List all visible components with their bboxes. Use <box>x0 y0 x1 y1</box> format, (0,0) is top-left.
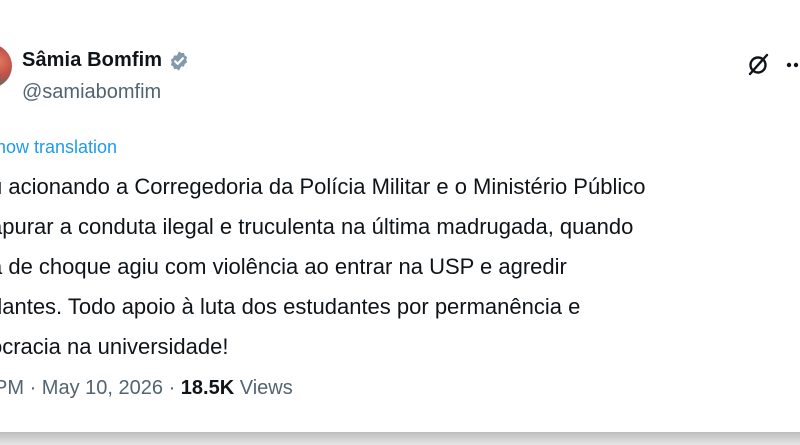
views-count[interactable]: 18.5K <box>181 377 234 399</box>
author-name[interactable]: Sâmia Bomfim <box>22 49 162 72</box>
post-text-line: a de choque agiu com violência ao entrar… <box>0 254 567 279</box>
post-card: Sâmia Bomfim @samiabomfim how translatio… <box>0 0 800 432</box>
more-icon[interactable] <box>786 62 800 68</box>
author-row: Sâmia Bomfim <box>22 49 190 72</box>
verified-badge-icon <box>171 50 188 71</box>
post-meta: PM · May 10, 2026 · 18.5K Views <box>0 377 293 400</box>
views-label[interactable]: Views <box>240 377 293 399</box>
author-handle[interactable]: @samiabomfim <box>22 81 161 104</box>
post-time[interactable]: PM <box>0 377 24 399</box>
bottom-shade <box>0 432 800 445</box>
post-text-line: u acionando a Corregedoria da Polícia Mi… <box>0 174 646 199</box>
post-text-line: apurar a conduta ilegal e truculenta na … <box>0 214 634 239</box>
post-date[interactable]: May 10, 2026 <box>42 377 163 399</box>
avatar[interactable] <box>0 44 12 88</box>
meta-separator: · <box>29 377 37 399</box>
post-text-line: dantes. Todo apoio à luta dos estudantes… <box>0 294 581 319</box>
meta-separator: · <box>168 377 176 399</box>
post-text: u acionando a Corregedoria da Polícia Mi… <box>0 167 800 367</box>
post-text-line: ocracia na universidade! <box>0 334 229 359</box>
show-translation-link[interactable]: how translation <box>0 137 117 158</box>
grok-icon[interactable] <box>745 52 771 78</box>
